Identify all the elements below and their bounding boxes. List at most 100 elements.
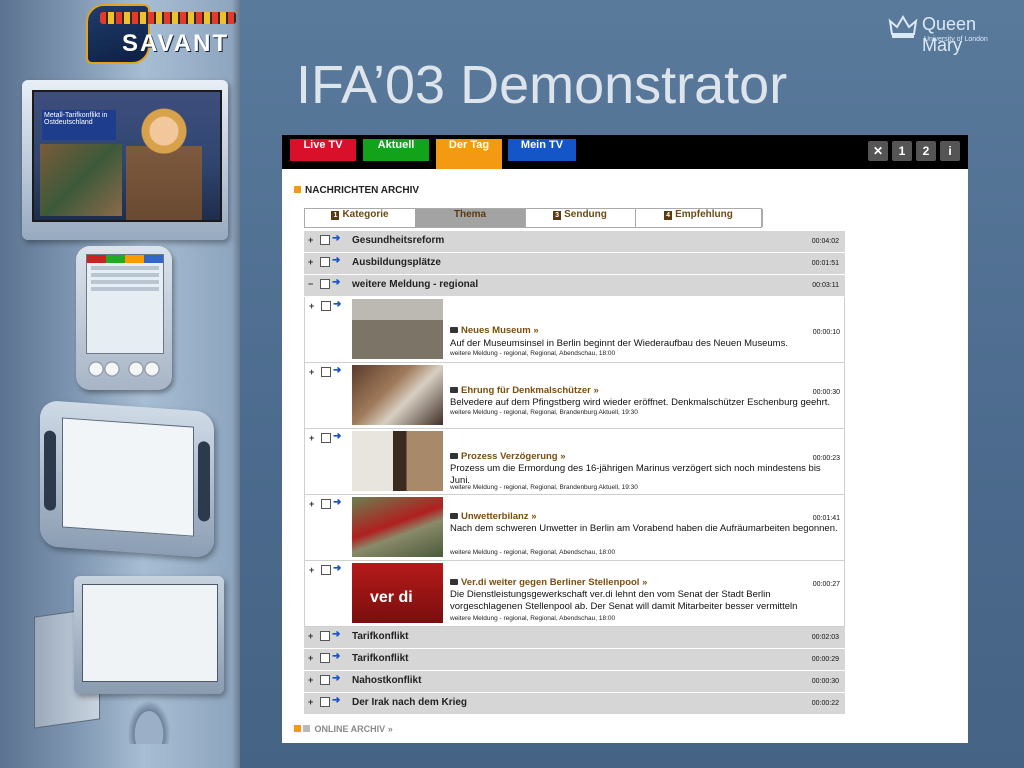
row-checkbox[interactable] [321, 367, 331, 377]
topic-duration: 00:04:02 [811, 238, 839, 245]
topic-title: Ausbildungsplätze [352, 257, 441, 268]
info-icon[interactable]: i [940, 141, 960, 161]
brand-name: Queen Mary [922, 14, 977, 55]
topic-title: Nahostkonflikt [352, 675, 422, 686]
row-checkbox[interactable] [320, 279, 330, 289]
news-title[interactable]: Neues Museum » [450, 325, 539, 336]
row-checkbox[interactable] [320, 257, 330, 267]
play-arrow-icon[interactable]: ➜ [332, 255, 340, 266]
subtab-sendung[interactable]: 3 Sendung [525, 209, 636, 227]
logo-stripes [100, 12, 236, 24]
news-thumbnail[interactable] [352, 365, 443, 425]
row-checkbox[interactable] [320, 653, 330, 663]
topic-row[interactable]: + ➜ Tarifkonflikt 00:02:03 [304, 627, 845, 649]
topic-row[interactable]: + ➜ Gesundheitsreform 00:04:02 [304, 231, 845, 253]
tv-scene-image [40, 144, 122, 216]
row-checkbox[interactable] [320, 631, 330, 641]
news-item[interactable]: + ➜ Prozess Verzögerung » 00:00:23 Prozess u… [304, 429, 845, 495]
topic-row[interactable]: − ➜ weitere Meldung - regional 00:03:11 [304, 275, 845, 297]
play-arrow-icon[interactable]: ➜ [333, 299, 341, 310]
online-archive-link[interactable]: ONLINE ARCHIV » [294, 724, 393, 734]
topic-duration: 00:00:29 [811, 656, 839, 663]
newsreader-image [126, 106, 202, 220]
expand-icon[interactable]: + [308, 257, 316, 267]
expand-icon[interactable]: + [308, 697, 316, 707]
row-checkbox[interactable] [321, 499, 331, 509]
tab-mein-tv[interactable]: Mein TV [508, 139, 576, 161]
camera-icon [450, 453, 458, 459]
pda-device-preview [76, 246, 172, 390]
news-thumbnail[interactable]: ver di [352, 563, 443, 623]
news-duration: 00:00:27 [812, 581, 840, 588]
play-arrow-icon[interactable]: ➜ [332, 277, 340, 288]
news-title-text: Prozess Verzögerung [461, 451, 558, 462]
double-chevron-icon: » [639, 577, 648, 588]
pc-device-preview [34, 576, 224, 762]
section-title: NACHRICHTEN ARCHIV [294, 185, 419, 196]
tools-icon[interactable]: ✕ [868, 141, 888, 161]
play-arrow-icon[interactable]: ➜ [333, 497, 341, 508]
subtab-empfehlung[interactable]: 4 Empfehlung [635, 209, 763, 227]
subtab-thema[interactable]: Thema [415, 209, 526, 227]
play-arrow-icon[interactable]: ➜ [332, 233, 340, 244]
news-item[interactable]: + ➜ Neues Museum » 00:00:10 Auf der Museumsi… [304, 297, 845, 363]
expand-icon[interactable]: + [308, 653, 316, 663]
subtab-number-icon: 4 [664, 211, 673, 220]
play-arrow-icon[interactable]: ➜ [332, 673, 340, 684]
expand-icon[interactable]: + [309, 367, 317, 377]
tv-headline: Metall-Tarifkonflikt in Ostdeutschland [42, 110, 116, 140]
expand-icon[interactable]: + [308, 675, 316, 685]
slide-title: IFA’03 Demonstrator [296, 55, 788, 115]
news-metadata: weitere Meldung - regional, Regional, Br… [450, 484, 638, 491]
topic-row[interactable]: + ➜ Ausbildungsplätze 00:01:51 [304, 253, 845, 275]
number-1-icon[interactable]: 1 [892, 141, 912, 161]
play-arrow-icon[interactable]: ➜ [332, 695, 340, 706]
news-title[interactable]: Ehrung für Denkmalschützer » [450, 385, 599, 396]
tab-live-tv[interactable]: Live TV [290, 139, 356, 161]
play-arrow-icon[interactable]: ➜ [332, 629, 340, 640]
topic-row[interactable]: + ➜ Tarifkonflikt 00:00:29 [304, 649, 845, 671]
expand-icon[interactable]: + [309, 499, 317, 509]
collapse-icon[interactable]: − [308, 279, 316, 289]
topic-row[interactable]: + ➜ Nahostkonflikt 00:00:30 [304, 671, 845, 693]
top-navigation-bar: Live TV Aktuell Der Tag Mein TV ✕ 1 2 i [282, 135, 968, 169]
pda-screen [86, 254, 164, 354]
play-arrow-icon[interactable]: ➜ [333, 365, 341, 376]
subtab-kategorie[interactable]: 1 Kategorie [305, 209, 416, 227]
expand-icon[interactable]: + [308, 631, 316, 641]
play-arrow-icon[interactable]: ➜ [333, 431, 341, 442]
expand-icon[interactable]: + [309, 565, 317, 575]
row-checkbox[interactable] [321, 565, 331, 575]
news-thumbnail[interactable] [352, 431, 443, 491]
tab-aktuell[interactable]: Aktuell [363, 139, 429, 161]
news-item[interactable]: + ➜ Ehrung für Denkmalschützer » 00:00:30 Be… [304, 363, 845, 429]
row-checkbox[interactable] [320, 697, 330, 707]
camera-icon [450, 327, 458, 333]
tab-der-tag[interactable]: Der Tag [436, 139, 502, 169]
news-item[interactable]: + ➜ ver di Ver.di weiter gegen Berliner Ste… [304, 561, 845, 627]
expand-icon[interactable]: + [309, 433, 317, 443]
camera-icon [450, 513, 458, 519]
news-duration: 00:00:10 [812, 329, 840, 336]
tv-device-preview: Metall-Tarifkonflikt in Ostdeutschland [22, 80, 228, 240]
news-title[interactable]: Unwetterbilanz » [450, 511, 537, 522]
play-arrow-icon[interactable]: ➜ [332, 651, 340, 662]
topic-duration: 00:01:51 [811, 260, 839, 267]
news-title[interactable]: Prozess Verzögerung » [450, 451, 566, 462]
row-checkbox[interactable] [321, 433, 331, 443]
news-thumbnail[interactable] [352, 497, 443, 557]
news-item[interactable]: + ➜ Unwetterbilanz » 00:01:41 Nach dem schwe… [304, 495, 845, 561]
number-2-icon[interactable]: 2 [916, 141, 936, 161]
topic-row[interactable]: + ➜ Der Irak nach dem Krieg 00:00:22 [304, 693, 845, 715]
topic-duration: 00:00:30 [811, 678, 839, 685]
topic-duration: 00:00:22 [811, 700, 839, 707]
row-checkbox[interactable] [320, 235, 330, 245]
news-title[interactable]: Ver.di weiter gegen Berliner Stellenpool… [450, 577, 647, 588]
row-checkbox[interactable] [320, 675, 330, 685]
expand-icon[interactable]: + [308, 235, 316, 245]
monitor-stand [124, 694, 174, 744]
play-arrow-icon[interactable]: ➜ [333, 563, 341, 574]
news-thumbnail[interactable] [352, 299, 443, 359]
expand-icon[interactable]: + [309, 301, 317, 311]
row-checkbox[interactable] [321, 301, 331, 311]
